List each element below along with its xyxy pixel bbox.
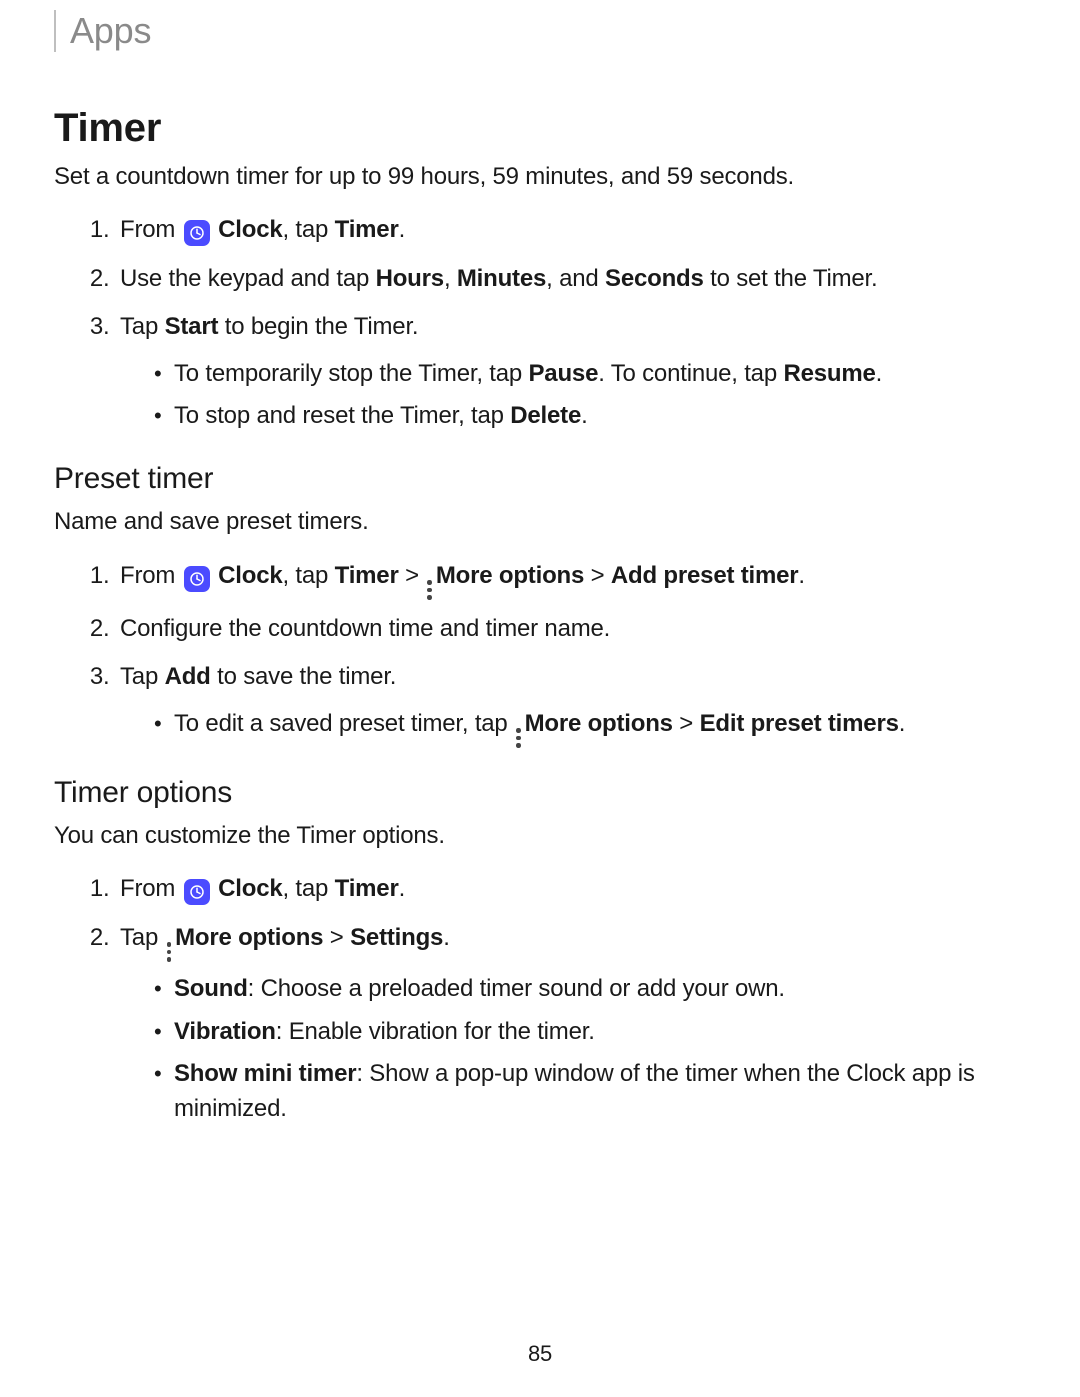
text: Tap xyxy=(120,663,165,690)
minutes-label: Minutes xyxy=(457,265,546,292)
add-preset-label: Add preset timer xyxy=(611,562,799,589)
clock-icon xyxy=(184,566,210,592)
more-options-icon xyxy=(427,580,432,600)
sep: > xyxy=(673,710,700,737)
option-mini-timer: Show mini timer: Show a pop-up window of… xyxy=(154,1057,1010,1127)
text: : Choose a preloaded timer sound or add … xyxy=(248,975,785,1002)
more-options-label: More options xyxy=(525,710,673,737)
sep: > xyxy=(584,562,611,589)
options-step-1: From Clock, tap Timer. xyxy=(116,870,1010,908)
mini-timer-label: Show mini timer xyxy=(174,1060,356,1087)
timer-intro: Set a countdown timer for up to 99 hours… xyxy=(54,161,1010,193)
preset-step3-sub: To edit a saved preset timer, tap More o… xyxy=(120,707,1010,748)
more-options-icon xyxy=(167,942,172,962)
preset-steps: From Clock, tap Timer > More options > A… xyxy=(54,557,1010,748)
edit-preset-label: Edit preset timers xyxy=(700,710,899,737)
text: From xyxy=(120,562,182,589)
text: . xyxy=(798,562,804,589)
text: . xyxy=(876,360,882,387)
clock-icon xyxy=(184,220,210,246)
sep: > xyxy=(399,562,426,589)
preset-step-2: Configure the countdown time and timer n… xyxy=(116,610,1010,648)
timer-sub-pause: To temporarily stop the Timer, tap Pause… xyxy=(154,357,1010,392)
timer-label: Timer xyxy=(335,216,399,243)
start-label: Start xyxy=(165,313,219,340)
clock-label: Clock xyxy=(218,216,282,243)
text: . xyxy=(899,710,905,737)
more-options-icon xyxy=(516,728,521,748)
pause-label: Pause xyxy=(529,360,599,387)
text: . To continue, tap xyxy=(598,360,783,387)
text: to save the timer. xyxy=(211,663,397,690)
options-steps: From Clock, tap Timer. Tap More options … xyxy=(54,870,1010,1127)
breadcrumb-wrap: Apps xyxy=(54,10,1010,52)
settings-label: Settings xyxy=(350,924,443,951)
text: . xyxy=(399,875,405,902)
text: To temporarily stop the Timer, tap xyxy=(174,360,529,387)
text: . xyxy=(443,924,449,951)
timer-step3-sub: To temporarily stop the Timer, tap Pause… xyxy=(120,357,1010,435)
option-vibration: Vibration: Enable vibration for the time… xyxy=(154,1015,1010,1050)
text: From xyxy=(120,875,182,902)
text: , tap xyxy=(283,562,335,589)
text: , xyxy=(444,265,457,292)
timer-step-2: Use the keypad and tap Hours, Minutes, a… xyxy=(116,260,1010,298)
add-label: Add xyxy=(165,663,211,690)
breadcrumb: Apps xyxy=(70,10,151,51)
sep: > xyxy=(323,924,350,951)
text: : Enable vibration for the timer. xyxy=(276,1018,595,1045)
options-step2-sub: Sound: Choose a preloaded timer sound or… xyxy=(120,972,1010,1127)
timer-sub-delete: To stop and reset the Timer, tap Delete. xyxy=(154,399,1010,434)
preset-step-1: From Clock, tap Timer > More options > A… xyxy=(116,557,1010,600)
text: To stop and reset the Timer, tap xyxy=(174,402,510,429)
hours-label: Hours xyxy=(376,265,444,292)
more-options-label: More options xyxy=(175,924,323,951)
sound-label: Sound xyxy=(174,975,248,1002)
clock-label: Clock xyxy=(218,562,282,589)
text: . xyxy=(581,402,587,429)
page-content: Apps Timer Set a countdown timer for up … xyxy=(0,0,1080,1127)
more-options-label: More options xyxy=(436,562,584,589)
timer-label: Timer xyxy=(335,562,399,589)
text: , and xyxy=(546,265,605,292)
timer-step-3: Tap Start to begin the Timer. To tempora… xyxy=(116,308,1010,434)
text: . xyxy=(399,216,405,243)
clock-label: Clock xyxy=(218,875,282,902)
vibration-label: Vibration xyxy=(174,1018,276,1045)
text: To edit a saved preset timer, tap xyxy=(174,710,514,737)
text: to begin the Timer. xyxy=(218,313,418,340)
text: Tap xyxy=(120,924,165,951)
timer-label: Timer xyxy=(335,875,399,902)
heading-timer-options: Timer options xyxy=(54,776,1010,810)
text: Use the keypad and tap xyxy=(120,265,376,292)
page-number: 85 xyxy=(0,1341,1080,1367)
text: Tap xyxy=(120,313,165,340)
options-step-2: Tap More options > Settings. Sound: Choo… xyxy=(116,919,1010,1127)
timer-step-1: From Clock, tap Timer. xyxy=(116,211,1010,249)
text: From xyxy=(120,216,182,243)
heading-preset: Preset timer xyxy=(54,462,1010,496)
heading-timer: Timer xyxy=(54,106,1010,151)
resume-label: Resume xyxy=(783,360,875,387)
options-intro: You can customize the Timer options. xyxy=(54,820,1010,852)
text: to set the Timer. xyxy=(704,265,878,292)
text: , tap xyxy=(283,875,335,902)
seconds-label: Seconds xyxy=(605,265,704,292)
preset-step-3: Tap Add to save the timer. To edit a sav… xyxy=(116,658,1010,748)
delete-label: Delete xyxy=(510,402,581,429)
timer-steps: From Clock, tap Timer. Use the keypad an… xyxy=(54,211,1010,434)
preset-intro: Name and save preset timers. xyxy=(54,506,1010,538)
preset-sub-edit: To edit a saved preset timer, tap More o… xyxy=(154,707,1010,748)
text: , tap xyxy=(283,216,335,243)
clock-icon xyxy=(184,879,210,905)
option-sound: Sound: Choose a preloaded timer sound or… xyxy=(154,972,1010,1007)
